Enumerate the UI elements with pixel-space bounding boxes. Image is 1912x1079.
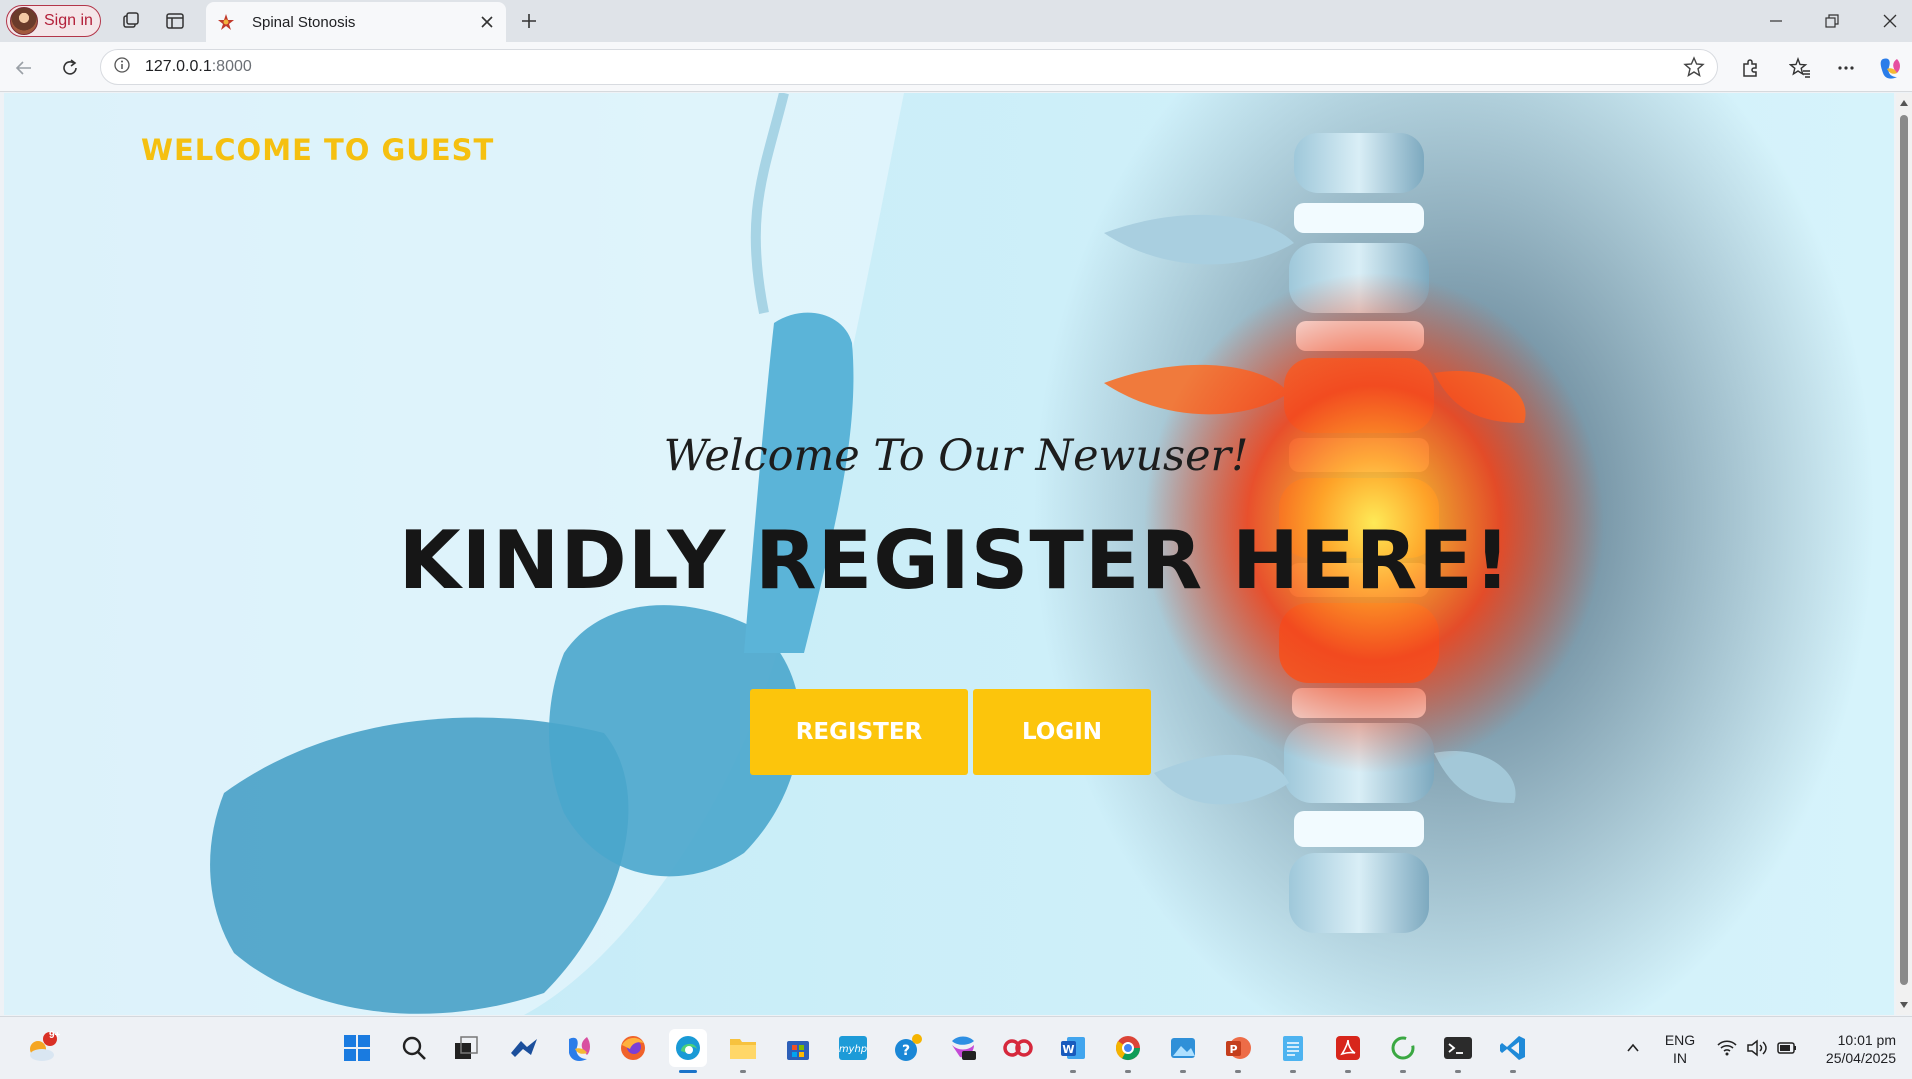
spine-favicon-icon <box>216 12 236 32</box>
active-indicator <box>679 1070 697 1073</box>
login-button[interactable]: LOGIN <box>973 689 1151 775</box>
workspaces-icon[interactable] <box>116 7 146 35</box>
scroll-thumb[interactable] <box>1900 115 1908 985</box>
start-icon[interactable] <box>338 1029 376 1067</box>
widgets-icon[interactable] <box>505 1029 543 1067</box>
tab-spinal-stonosis[interactable]: Spinal Stonosis <box>206 2 506 42</box>
running-indicator <box>1510 1070 1516 1073</box>
browser-title-bar: Sign in Spinal Stonosis <box>0 0 1912 42</box>
url-text: 127.0.0.1:8000 <box>145 58 252 75</box>
running-indicator <box>1345 1070 1351 1073</box>
file-explorer-icon[interactable] <box>724 1029 762 1073</box>
scroll-up-icon[interactable] <box>1896 95 1912 111</box>
browser-toolbar: 127.0.0.1:8000 <box>0 42 1912 92</box>
language-code: ENG <box>1664 1032 1696 1048</box>
clock-date: 25/04/2025 <box>1825 1050 1896 1066</box>
minimize-icon[interactable] <box>1754 6 1798 36</box>
close-window-icon[interactable] <box>1868 6 1912 36</box>
photos-icon[interactable] <box>1164 1029 1202 1073</box>
svg-text:?: ? <box>902 1043 910 1059</box>
store-icon[interactable] <box>779 1029 817 1067</box>
notepad-icon[interactable] <box>1274 1029 1312 1073</box>
profile-label: Sign in <box>44 12 93 29</box>
extensions-icon[interactable] <box>1734 52 1766 84</box>
word-icon[interactable]: W <box>1054 1029 1092 1073</box>
refresh-icon[interactable] <box>54 52 86 84</box>
copilot-icon[interactable] <box>559 1029 597 1067</box>
myhp-icon[interactable]: myhp <box>834 1029 872 1067</box>
running-indicator <box>1125 1070 1131 1073</box>
clock[interactable]: 10:01 pm 25/04/2025 <box>1806 1031 1896 1067</box>
windows-taskbar: 9+ myhp ? W P ENG IN 10:01 pm 25/04/2025 <box>0 1016 1912 1079</box>
chrome-icon[interactable] <box>1109 1029 1147 1073</box>
vertical-tabs-icon[interactable] <box>160 7 190 35</box>
clock-time: 10:01 pm <box>1837 1032 1896 1048</box>
codeium-icon[interactable] <box>999 1029 1037 1067</box>
running-indicator <box>1400 1070 1406 1073</box>
copilot-sidebar-icon[interactable] <box>1874 52 1906 84</box>
more-menu-icon[interactable] <box>1830 52 1862 84</box>
favorites-icon[interactable] <box>1784 52 1816 84</box>
favorite-star-icon[interactable] <box>1683 56 1705 83</box>
refresh-app-icon[interactable] <box>1384 1029 1422 1073</box>
help-icon[interactable]: ? <box>889 1029 927 1067</box>
running-indicator <box>1455 1070 1461 1073</box>
vscode-icon[interactable] <box>1494 1029 1532 1073</box>
running-indicator <box>740 1070 746 1073</box>
powerpoint-icon[interactable]: P <box>1219 1029 1257 1073</box>
battery-icon[interactable] <box>1768 1029 1806 1067</box>
welcome-guest-heading: WELCOME TO GUEST <box>141 133 495 167</box>
register-headline: KINDLY REGISTER HERE! <box>398 514 1512 607</box>
search-icon[interactable] <box>395 1029 433 1067</box>
page-scrollbar[interactable] <box>1896 93 1912 1015</box>
running-indicator <box>1290 1070 1296 1073</box>
acrobat-icon[interactable] <box>1329 1029 1367 1073</box>
running-indicator <box>1180 1070 1186 1073</box>
edge-icon[interactable] <box>669 1029 707 1073</box>
back-arrow-icon[interactable] <box>8 52 40 84</box>
svg-text:myhp: myhp <box>839 1044 867 1055</box>
scroll-down-icon[interactable] <box>1896 997 1912 1013</box>
svg-text:W: W <box>1062 1043 1074 1056</box>
firefox-icon[interactable] <box>614 1029 652 1067</box>
region-code: IN <box>1673 1050 1687 1066</box>
profile-sign-in-button[interactable]: Sign in <box>6 5 101 37</box>
weather-widget-icon[interactable]: 9+ <box>22 1029 60 1067</box>
weather-badge: 9+ <box>49 1030 61 1041</box>
terminal-icon[interactable] <box>1439 1029 1477 1073</box>
running-indicator <box>1235 1070 1241 1073</box>
site-info-icon[interactable] <box>113 56 131 79</box>
restore-icon[interactable] <box>1810 6 1854 36</box>
show-hidden-icons-chevron-icon[interactable] <box>1614 1029 1652 1067</box>
m365-icon[interactable] <box>944 1029 982 1067</box>
new-tab-icon[interactable] <box>514 6 544 36</box>
running-indicator <box>1070 1070 1076 1073</box>
task-view-icon[interactable] <box>447 1029 485 1067</box>
page-viewport: WELCOME TO GUEST Welcome To Our Newuser!… <box>4 93 1894 1015</box>
svg-text:P: P <box>1229 1043 1237 1056</box>
welcome-tagline: Welcome To Our Newuser! <box>663 431 1249 481</box>
language-indicator[interactable]: ENG IN <box>1660 1031 1700 1067</box>
tab-title: Spinal Stonosis <box>252 13 356 31</box>
profile-avatar <box>10 7 38 35</box>
address-bar[interactable]: 127.0.0.1:8000 <box>100 49 1718 85</box>
register-button[interactable]: REGISTER <box>750 689 968 775</box>
close-tab-icon[interactable] <box>476 11 498 33</box>
